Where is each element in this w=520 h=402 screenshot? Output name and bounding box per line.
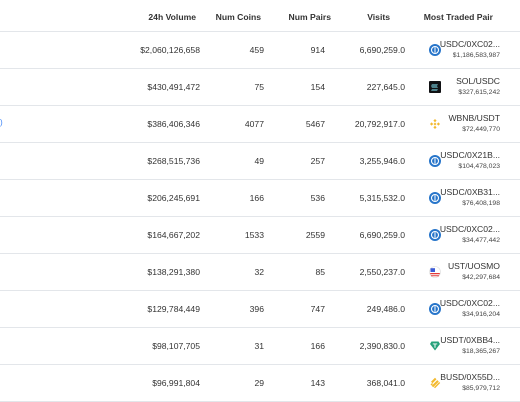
most-traded-pair-volume: $76,408,198 bbox=[462, 200, 500, 207]
header-visits[interactable]: Visits bbox=[367, 12, 390, 22]
visits-cell: 227,645.0 bbox=[366, 82, 405, 92]
header-most-traded-pair: Most Traded Pair bbox=[423, 12, 493, 22]
most-traded-pair-volume: $34,916,204 bbox=[462, 311, 500, 318]
num-pairs-cell: 154 bbox=[310, 82, 325, 92]
num-pairs-cell: 5467 bbox=[305, 119, 325, 129]
most-traded-pair-name[interactable]: SOL/USDC bbox=[456, 76, 500, 86]
most-traded-pair-name[interactable]: USDC/0XB31... bbox=[440, 187, 500, 197]
num-coins-cell: 75 bbox=[254, 82, 264, 92]
visits-cell: 6,690,259.0 bbox=[359, 230, 405, 240]
num-pairs-cell: 257 bbox=[310, 156, 325, 166]
num-coins-cell: 31 bbox=[254, 341, 264, 351]
num-pairs-cell: 2559 bbox=[305, 230, 325, 240]
volume-24h-cell: $268,515,736 bbox=[147, 156, 200, 166]
volume-24h-cell: $98,107,705 bbox=[152, 341, 200, 351]
volume-24h-cell: $206,245,691 bbox=[147, 193, 200, 203]
table-row[interactable]: $2,060,126,658 459 914 6,690,259.0 USDC/0XC0… bbox=[0, 32, 520, 69]
most-traded-pair-name[interactable]: USDC/0XC02... bbox=[440, 298, 500, 308]
table-row[interactable]: ) $386,406,346 4077 5467 20,792,917.0 WBNB/US… bbox=[0, 106, 520, 143]
num-coins-cell: 1533 bbox=[244, 230, 264, 240]
most-traded-pair-name[interactable]: WBNB/USDT bbox=[448, 113, 500, 123]
volume-24h-cell: $96,991,804 bbox=[152, 378, 200, 388]
table-row[interactable]: $164,667,202 1533 2559 6,690,259.0 USDC/0XC0… bbox=[0, 217, 520, 254]
num-coins-cell: 32 bbox=[254, 267, 264, 277]
visits-cell: 2,550,237.0 bbox=[359, 267, 405, 277]
volume-24h-cell: $129,784,449 bbox=[147, 304, 200, 314]
table-row[interactable]: $206,245,691 166 536 5,315,532.0 USDC/0XB31.… bbox=[0, 180, 520, 217]
most-traded-pair-volume: $42,297,684 bbox=[462, 274, 500, 281]
num-pairs-cell: 747 bbox=[310, 304, 325, 314]
solana-icon bbox=[429, 80, 441, 93]
header-num-pairs[interactable]: Num Pairs bbox=[288, 12, 331, 22]
most-traded-pair-name[interactable]: USDC/0XC02... bbox=[440, 224, 500, 234]
visits-cell: 249,486.0 bbox=[366, 304, 405, 314]
num-coins-cell: 396 bbox=[249, 304, 264, 314]
table-header: 24h Volume Num Coins Num Pairs Visits Mo… bbox=[0, 0, 520, 32]
num-coins-cell: 166 bbox=[249, 193, 264, 203]
table-row[interactable]: $138,291,380 32 85 2,550,237.0 UST/UOSMO $42,… bbox=[0, 254, 520, 291]
num-pairs-cell: 536 bbox=[310, 193, 325, 203]
most-traded-pair-volume: $72,449,770 bbox=[462, 126, 500, 133]
bnb-icon bbox=[429, 117, 441, 129]
num-coins-cell: 459 bbox=[249, 45, 264, 55]
table-row[interactable]: $268,515,736 49 257 3,255,946.0 USDC/0X21B..… bbox=[0, 143, 520, 180]
volume-24h-cell: $430,491,472 bbox=[147, 82, 200, 92]
visits-cell: 2,390,830.0 bbox=[359, 341, 405, 351]
usdc-icon bbox=[429, 191, 441, 204]
num-pairs-cell: 143 bbox=[310, 378, 325, 388]
visits-cell: 3,255,946.0 bbox=[359, 156, 405, 166]
num-coins-cell: 49 bbox=[254, 156, 264, 166]
most-traded-pair-volume: $18,365,267 bbox=[462, 348, 500, 355]
most-traded-pair-name[interactable]: USDT/0XBB4... bbox=[440, 335, 500, 345]
volume-24h-cell: $164,667,202 bbox=[147, 230, 200, 240]
most-traded-pair-name[interactable]: USDC/0X21B... bbox=[440, 150, 500, 160]
header-24h-volume[interactable]: 24h Volume bbox=[148, 12, 196, 22]
visits-cell: 20,792,917.0 bbox=[354, 119, 405, 129]
volume-24h-cell: $138,291,380 bbox=[147, 267, 200, 277]
most-traded-pair-volume: $1,186,583,987 bbox=[452, 52, 500, 59]
tether-icon bbox=[429, 339, 441, 351]
visits-cell: 368,041.0 bbox=[366, 378, 405, 388]
table-row[interactable]: $98,107,705 31 166 2,390,830.0 USDT/0XBB4...… bbox=[0, 328, 520, 365]
busd-icon bbox=[429, 376, 441, 389]
most-traded-pair-name[interactable]: USDC/0XC02... bbox=[440, 39, 500, 49]
num-coins-cell: 29 bbox=[254, 378, 264, 388]
most-traded-pair-volume: $85,979,712 bbox=[462, 385, 500, 392]
num-pairs-cell: 914 bbox=[310, 45, 325, 55]
most-traded-pair-volume: $34,477,442 bbox=[462, 237, 500, 244]
ust-icon bbox=[429, 265, 441, 278]
truncated-link-text[interactable]: ) bbox=[0, 118, 3, 127]
visits-cell: 6,690,259.0 bbox=[359, 45, 405, 55]
volume-24h-cell: $386,406,346 bbox=[147, 119, 200, 129]
num-coins-cell: 4077 bbox=[244, 119, 264, 129]
most-traded-pair-name[interactable]: UST/UOSMO bbox=[448, 261, 500, 271]
table-row[interactable]: $129,784,449 396 747 249,486.0 USDC/0XC02...… bbox=[0, 291, 520, 328]
most-traded-pair-volume: $104,478,023 bbox=[458, 163, 500, 170]
header-num-coins[interactable]: Num Coins bbox=[216, 12, 261, 22]
table-row[interactable]: $96,991,804 29 143 368,041.0 BUSD/0X55D... $8… bbox=[0, 365, 520, 402]
volume-24h-cell: $2,060,126,658 bbox=[140, 45, 200, 55]
most-traded-pair-volume: $327,615,242 bbox=[458, 89, 500, 96]
usdc-icon bbox=[429, 154, 441, 167]
num-pairs-cell: 85 bbox=[315, 267, 325, 277]
visits-cell: 5,315,532.0 bbox=[359, 193, 405, 203]
num-pairs-cell: 166 bbox=[310, 341, 325, 351]
most-traded-pair-name[interactable]: BUSD/0X55D... bbox=[440, 372, 500, 382]
table-row[interactable]: $430,491,472 75 154 227,645.0 SOL/USDC $327,6… bbox=[0, 69, 520, 106]
